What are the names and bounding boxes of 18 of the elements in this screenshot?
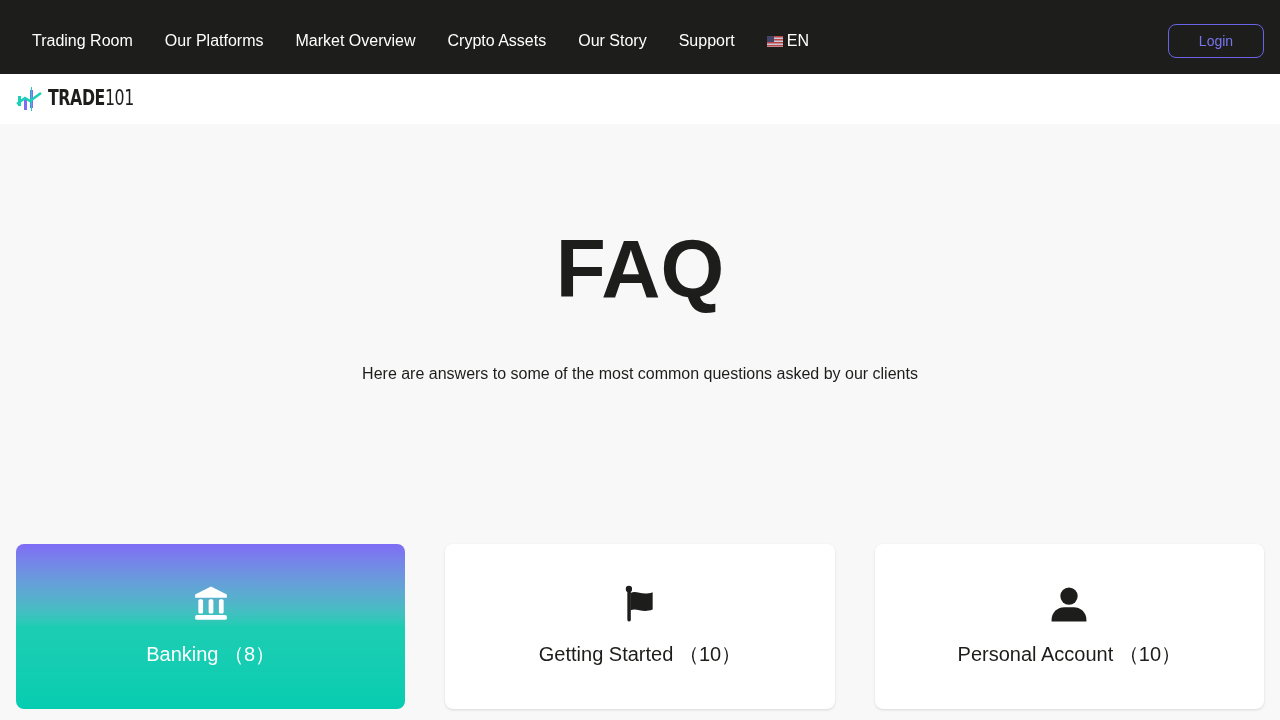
nav-link[interactable]: Trading Room bbox=[16, 29, 149, 53]
nav-link[interactable]: Market Overview bbox=[279, 29, 432, 53]
nav-link[interactable]: Support bbox=[662, 29, 751, 53]
logo[interactable]: TRADE101 bbox=[16, 83, 163, 115]
candlestick-logo-icon bbox=[16, 86, 44, 112]
login-button[interactable]: Login bbox=[1168, 24, 1264, 58]
nav-link[interactable]: Crypto Assets bbox=[431, 29, 563, 53]
person-icon bbox=[1050, 584, 1089, 623]
nav-link[interactable]: Our Story bbox=[562, 29, 663, 53]
category-card[interactable]: Getting Started （10） bbox=[445, 544, 835, 709]
category-label: Personal Account （10） bbox=[957, 641, 1182, 667]
category-card[interactable]: Personal Account （10） bbox=[874, 544, 1264, 709]
flag-icon bbox=[766, 35, 783, 47]
page-subtitle: Here are answers to some of the most common questions asked by our clients bbox=[362, 364, 918, 384]
category-label: Getting Started （10） bbox=[538, 641, 742, 667]
language-selector[interactable]: EN bbox=[750, 29, 825, 53]
nav-link[interactable]: Our Platforms bbox=[148, 29, 280, 53]
category-label: Banking （8） bbox=[146, 641, 276, 667]
